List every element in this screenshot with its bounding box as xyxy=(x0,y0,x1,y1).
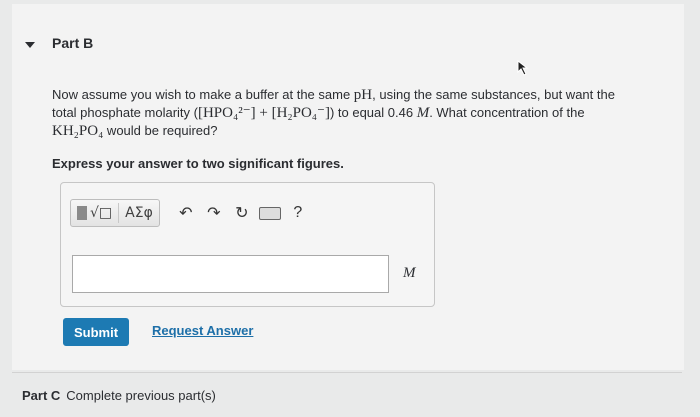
redo-icon[interactable]: ↷ xyxy=(200,200,228,226)
part-c-title: Part C xyxy=(22,388,61,403)
q-line1-pre: Now assume you wish to make a buffer at … xyxy=(52,87,354,102)
keyboard-icon xyxy=(258,206,281,220)
q-line2-pre: total phosphate molarity ( xyxy=(52,105,198,120)
q-line2-mid: ) to equal 0.46 xyxy=(329,105,417,120)
mouse-cursor-icon xyxy=(517,60,529,76)
q-line1-post: , using the same substances, but want th… xyxy=(372,87,615,102)
q-formula: [HPO₄²⁻] + [H₂PO₄⁻] xyxy=(197,105,330,121)
q-kh2po4: KH₂PO₄ xyxy=(52,123,104,139)
q-ph: pH xyxy=(353,87,373,103)
collapse-caret-icon[interactable] xyxy=(25,42,35,48)
sqrt-template-icon: √□ xyxy=(90,205,113,221)
request-answer-link[interactable]: Request Answer xyxy=(152,323,253,338)
undo-icon[interactable]: ↶ xyxy=(172,200,200,226)
question-text: Now assume you wish to make a buffer at … xyxy=(52,86,672,140)
part-c-status: Complete previous part(s) xyxy=(66,388,216,403)
submit-button[interactable]: Submit xyxy=(63,318,129,346)
template-square-icon xyxy=(77,206,87,220)
part-b-title[interactable]: Part B xyxy=(52,35,93,51)
math-toolbar: √□ ΑΣφ ↶ ↷ ↻ ? xyxy=(70,199,312,227)
answer-box: √□ ΑΣφ ↶ ↷ ↻ ? M xyxy=(60,182,435,307)
reset-icon[interactable]: ↻ xyxy=(228,200,256,226)
divider xyxy=(12,372,682,373)
help-button[interactable]: ? xyxy=(284,200,312,226)
keyboard-shortcuts-button[interactable] xyxy=(256,200,284,226)
templates-button[interactable]: √□ xyxy=(71,200,118,226)
greek-symbols-button[interactable]: ΑΣφ xyxy=(119,200,159,226)
q-line2-post: . What concentration of the xyxy=(429,105,585,120)
template-group: √□ ΑΣφ xyxy=(70,199,160,227)
q-line3-post: would be required? xyxy=(103,123,218,138)
answer-input[interactable] xyxy=(72,255,389,293)
q-unit: M xyxy=(416,105,430,121)
answer-unit: M xyxy=(403,265,416,281)
answer-instruction: Express your answer to two significant f… xyxy=(52,156,344,171)
part-c-row[interactable]: Part C Complete previous part(s) xyxy=(22,388,216,403)
